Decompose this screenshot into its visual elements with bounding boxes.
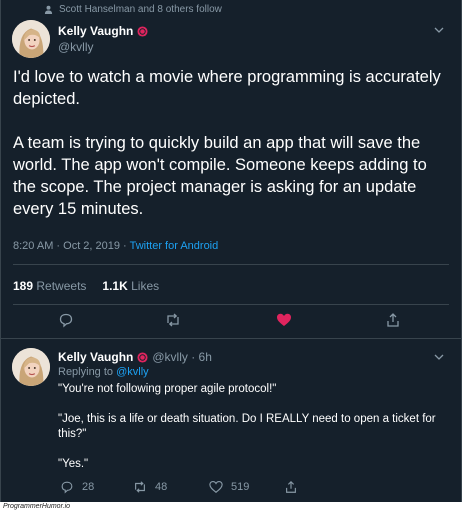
- social-context-text: Scott Hanselman and 8 others follow: [59, 4, 222, 15]
- like-icon: [209, 481, 223, 493]
- retweet-icon[interactable]: [165, 312, 181, 328]
- tweet-paragraph: I'd love to watch a movie where programm…: [13, 68, 441, 108]
- reply-retweet-button[interactable]: 48: [133, 480, 167, 494]
- reply-line: "You're not following proper agile proto…: [58, 383, 277, 395]
- author-display-name[interactable]: Kelly Vaughn: [58, 24, 133, 38]
- tweet-paragraph: A team is trying to quickly build an app…: [13, 134, 427, 218]
- watermark: ProgrammerHumor.io: [0, 502, 462, 512]
- tweet-stats: 189 Retweets 1.1K Likes: [13, 279, 159, 293]
- reply-text: "You're not following proper agile proto…: [58, 382, 448, 472]
- heart-badge-icon: [137, 351, 148, 363]
- chevron-down-icon[interactable]: [434, 352, 444, 362]
- heart-badge-icon: [137, 25, 148, 37]
- reply-line: "Joe, this is a life or death situation.…: [58, 413, 436, 440]
- replying-to: Replying to @kvlly: [58, 366, 149, 378]
- chevron-down-icon[interactable]: [434, 25, 444, 35]
- reply-count: 28: [82, 481, 95, 493]
- tweet-text: I'd love to watch a movie where programm…: [13, 66, 453, 220]
- reply-line: "Yes.": [58, 458, 89, 470]
- reply-reply-button[interactable]: 28: [60, 480, 94, 494]
- author-handle[interactable]: @kvlly: [58, 40, 94, 54]
- avatar-image: [12, 20, 50, 58]
- divider: [0, 338, 462, 339]
- person-icon: [44, 5, 53, 14]
- divider: [13, 264, 449, 265]
- avatar[interactable]: [12, 20, 50, 58]
- reply-icon: [61, 481, 73, 494]
- social-context[interactable]: Scott Hanselman and 8 others follow: [44, 4, 222, 15]
- share-icon: [286, 480, 296, 493]
- reply-avatar[interactable]: [12, 348, 50, 386]
- like-count: 519: [231, 481, 250, 493]
- reply-display-name[interactable]: Kelly Vaughn: [58, 350, 133, 364]
- replying-prefix: Replying to: [58, 366, 117, 378]
- tweet-actions: [0, 312, 462, 332]
- retweet-icon: [135, 481, 145, 493]
- retweets-label: Retweets: [36, 279, 87, 293]
- reply-author-row: Kelly Vaughn @kvlly · 6h: [58, 350, 212, 364]
- reply-share-button[interactable]: [284, 480, 298, 494]
- reply-actions: 28 48 519: [58, 480, 318, 498]
- author-name-row: Kelly Vaughn: [58, 24, 148, 38]
- avatar-image: [12, 348, 50, 386]
- retweet-count: 48: [155, 481, 168, 493]
- reply-like-button[interactable]: 519: [209, 480, 249, 494]
- reply-icon[interactable]: [58, 312, 74, 328]
- tweet-metadata: 8:20 AM · Oct 2, 2019 · Twitter for Andr…: [13, 240, 218, 252]
- share-icon[interactable]: [385, 312, 401, 328]
- like-icon[interactable]: [276, 312, 292, 328]
- likes-count: 1.1K: [102, 279, 128, 293]
- retweets-count: 189: [13, 279, 34, 293]
- retweets-stat[interactable]: 189 Retweets: [13, 279, 86, 293]
- divider: [13, 304, 449, 305]
- replying-mention-link[interactable]: @kvlly: [116, 366, 149, 378]
- likes-stat[interactable]: 1.1K Likes: [102, 279, 159, 293]
- tweet-source-link[interactable]: Twitter for Android: [130, 240, 219, 252]
- likes-label: Likes: [131, 279, 160, 293]
- reply-handle-time[interactable]: @kvlly · 6h: [152, 350, 212, 364]
- tweet-timestamp[interactable]: 8:20 AM · Oct 2, 2019 ·: [13, 240, 130, 252]
